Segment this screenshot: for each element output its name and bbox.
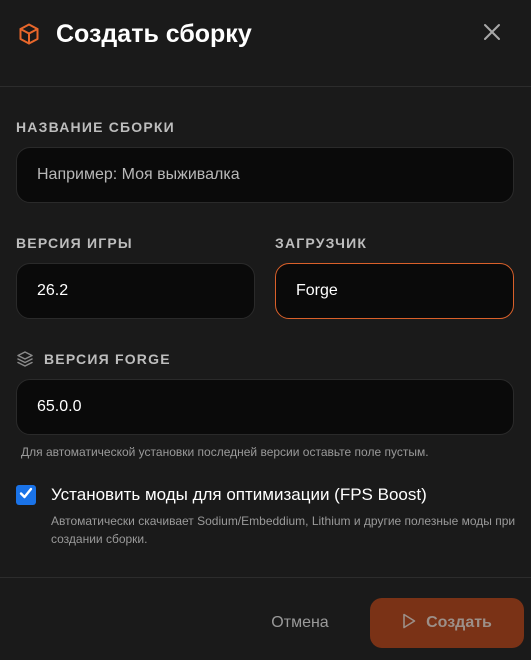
create-modpack-dialog: Создать сборку НАЗВАНИЕ СБОРКИ Например:… [0, 0, 531, 660]
create-button[interactable]: Создать [370, 598, 524, 648]
layers-icon [16, 350, 34, 368]
dialog-title: Создать сборку [56, 20, 252, 48]
loader-select[interactable]: Forge [275, 263, 514, 319]
forge-version-hint: Для автоматической установки последней в… [21, 445, 429, 459]
footer-divider [0, 577, 531, 578]
create-button-label: Создать [426, 614, 492, 631]
fps-boost-description: Автоматически скачивает Sodium/Embeddium… [51, 514, 516, 546]
close-button[interactable] [478, 20, 506, 48]
box-icon [17, 22, 41, 46]
fps-boost-label[interactable]: Установить моды для оптимизации (FPS Boo… [51, 485, 427, 505]
fps-boost-checkbox[interactable] [16, 485, 36, 505]
close-icon [483, 23, 501, 46]
cancel-button[interactable]: Отмена [254, 598, 346, 648]
checkmark-icon [19, 486, 33, 505]
game-version-label: ВЕРСИЯ ИГРЫ [16, 235, 133, 251]
forge-version-label: ВЕРСИЯ FORGE [44, 351, 171, 367]
play-icon [402, 613, 416, 634]
loader-label: ЗАГРУЗЧИК [275, 235, 368, 251]
forge-version-input[interactable]: 65.0.0 [16, 379, 514, 435]
modpack-name-input[interactable]: Например: Моя выживалка [16, 147, 514, 203]
game-version-select[interactable]: 26.2 [16, 263, 255, 319]
dialog-header: Создать сборку [0, 0, 531, 87]
modpack-name-label: НАЗВАНИЕ СБОРКИ [16, 119, 175, 135]
